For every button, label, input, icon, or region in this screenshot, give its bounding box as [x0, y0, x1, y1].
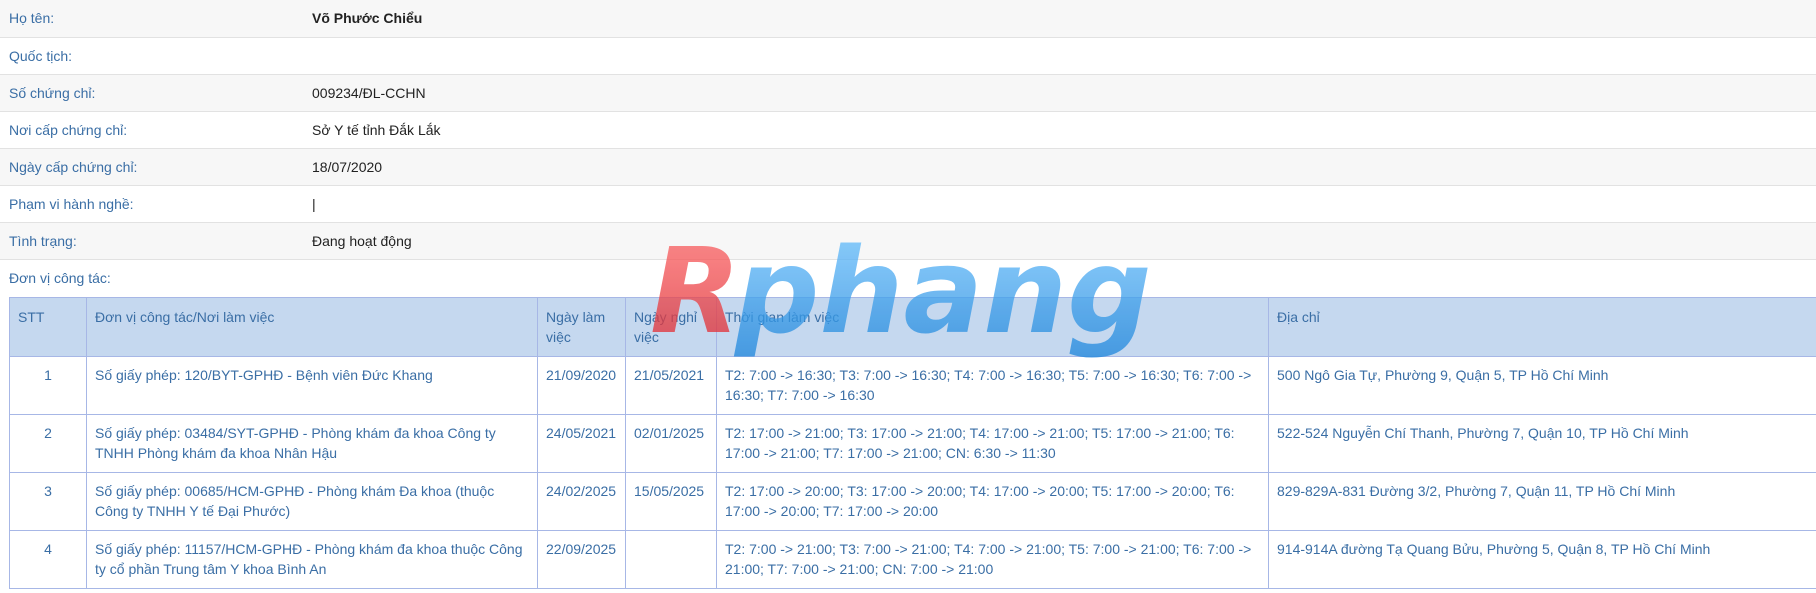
- profile-row: Nơi cấp chứng chỉ: Sở Y tế tỉnh Đắk Lắk: [0, 111, 1816, 148]
- cell-start-date: 22/09/2025: [537, 529, 626, 589]
- profile-row: Tình trạng: Đang hoạt động: [0, 222, 1816, 259]
- cell-stt: 3: [9, 471, 87, 531]
- workplace-table-wrap: STT Đơn vị công tác/Nơi làm việc Ngày là…: [0, 296, 1816, 589]
- cell-stt: 2: [9, 413, 87, 473]
- workplace-table: STT Đơn vị công tác/Nơi làm việc Ngày là…: [9, 296, 1816, 589]
- profile-field-label: Quốc tịch:: [9, 47, 73, 64]
- cell-unit: Số giấy phép: 03484/SYT-GPHĐ - Phòng khá…: [86, 413, 538, 473]
- profile-field-label: Ngày cấp chứng chỉ:: [9, 158, 138, 175]
- profile-field-label: Số chứng chỉ:: [9, 84, 96, 101]
- cell-unit: Số giấy phép: 00685/HCM-GPHĐ - Phòng khá…: [86, 471, 538, 531]
- header-start-date: Ngày làm việc: [537, 296, 626, 357]
- header-unit: Đơn vị công tác/Nơi làm việc: [86, 296, 538, 357]
- profile-field-label: Nơi cấp chứng chỉ:: [9, 121, 128, 138]
- cell-stt: 1: [9, 355, 87, 415]
- profile-info-body: Họ tên: Võ Phước Chiểu Quốc tịch: Số chứng …: [0, 0, 1816, 259]
- profile-field-label: Tình trạng:: [9, 232, 77, 249]
- profile-field-value: Đang hoạt động: [312, 232, 412, 249]
- cell-end-date: 21/05/2021: [625, 355, 717, 415]
- cell-start-date: 24/05/2021: [537, 413, 626, 473]
- header-working-hours: Thời gian làm việc: [716, 296, 1269, 357]
- profile-row: Quốc tịch:: [0, 37, 1816, 74]
- profile-field-value: Sở Y tế tỉnh Đắk Lắk: [312, 121, 441, 138]
- cell-unit: Số giấy phép: 120/BYT-GPHĐ - Bệnh viên Đ…: [86, 355, 538, 415]
- cell-working-hours: T2: 17:00 -> 20:00; T3: 17:00 -> 20:00; …: [716, 471, 1269, 531]
- cell-address: 829-829A-831 Đường 3/2, Phường 7, Quận 1…: [1268, 471, 1816, 531]
- cell-address: 522-524 Nguyễn Chí Thanh, Phường 7, Quận…: [1268, 413, 1816, 473]
- workplace-section-title: Đơn vị công tác:: [0, 259, 1816, 297]
- cell-working-hours: T2: 17:00 -> 21:00; T3: 17:00 -> 21:00; …: [716, 413, 1269, 473]
- table-row: 3 Số giấy phép: 00685/HCM-GPHĐ - Phòng kh…: [9, 471, 1816, 531]
- cell-address: 914-914A đường Tạ Quang Bửu, Phường 5, Q…: [1268, 529, 1816, 589]
- profile-field-label: Họ tên:: [9, 10, 55, 27]
- profile-field-label: Phạm vi hành nghề:: [9, 195, 134, 212]
- header-end-date: Ngày nghỉ việc: [625, 296, 717, 357]
- table-row: 2 Số giấy phép: 03484/SYT-GPHĐ - Phòng kh…: [9, 413, 1816, 473]
- profile-field-value: |: [312, 195, 316, 212]
- workplace-table-body: 1 Số giấy phép: 120/BYT-GPHĐ - Bệnh viên …: [9, 355, 1816, 589]
- workplace-table-header-row: STT Đơn vị công tác/Nơi làm việc Ngày là…: [9, 296, 1816, 357]
- profile-row: Phạm vi hành nghề: |: [0, 185, 1816, 222]
- cell-end-date: [625, 529, 717, 589]
- profile-row: Họ tên: Võ Phước Chiểu: [0, 0, 1816, 37]
- cell-working-hours: T2: 7:00 -> 16:30; T3: 7:00 -> 16:30; T4…: [716, 355, 1269, 415]
- header-stt: STT: [9, 296, 87, 357]
- cell-working-hours: T2: 7:00 -> 21:00; T3: 7:00 -> 21:00; T4…: [716, 529, 1269, 589]
- profile-field-value: 18/07/2020: [312, 158, 383, 175]
- cell-start-date: 24/02/2025: [537, 471, 626, 531]
- profile-field-value: [302, 37, 1816, 74]
- table-row: 4 Số giấy phép: 11157/HCM-GPHĐ - Phòng kh…: [9, 529, 1816, 589]
- cell-address: 500 Ngô Gia Tự, Phường 9, Quận 5, TP Hồ …: [1268, 355, 1816, 415]
- profile-field-value: 009234/ĐL-CCHN: [312, 84, 426, 101]
- profile-info-table: Họ tên: Võ Phước Chiểu Quốc tịch: Số chứng …: [0, 0, 1816, 260]
- profile-row: Số chứng chỉ: 009234/ĐL-CCHN: [0, 74, 1816, 111]
- cell-start-date: 21/09/2020: [537, 355, 626, 415]
- profile-row: Ngày cấp chứng chỉ: 18/07/2020: [0, 148, 1816, 185]
- cell-stt: 4: [9, 529, 87, 589]
- cell-unit: Số giấy phép: 11157/HCM-GPHĐ - Phòng khá…: [86, 529, 538, 589]
- table-row: 1 Số giấy phép: 120/BYT-GPHĐ - Bệnh viên …: [9, 355, 1816, 415]
- header-address: Địa chỉ: [1268, 296, 1816, 357]
- cell-end-date: 02/01/2025: [625, 413, 717, 473]
- profile-field-value: Võ Phước Chiểu: [312, 10, 423, 27]
- cell-end-date: 15/05/2025: [625, 471, 717, 531]
